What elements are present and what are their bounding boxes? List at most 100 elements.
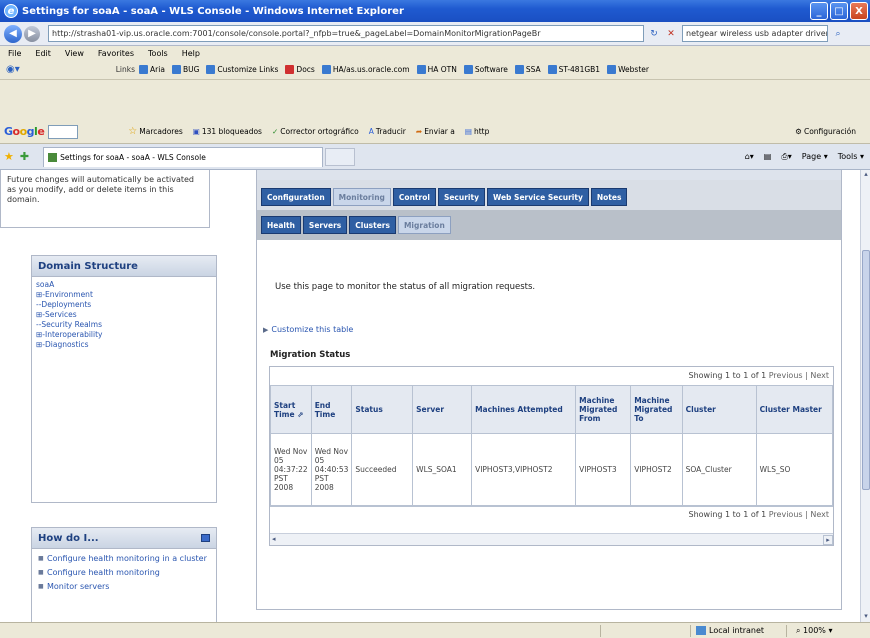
messenger-icon[interactable]: ◉▾	[6, 64, 20, 75]
howto-link-cluster-health[interactable]: Configure health monitoring in a cluster	[38, 553, 210, 564]
menu-favorites[interactable]: Favorites	[98, 49, 134, 58]
subtab-migration[interactable]: Migration	[397, 216, 451, 234]
table-horizontal-scrollbar[interactable]: ◂ ▸	[270, 533, 833, 545]
col-cluster[interactable]: Cluster	[681, 385, 757, 434]
page-icon	[416, 65, 426, 74]
feeds-icon[interactable]: ▤	[764, 152, 772, 161]
menu-file[interactable]: File	[8, 49, 21, 58]
col-machines-attempted[interactable]: Machines Attempted	[471, 385, 577, 434]
tab-web-service-security[interactable]: Web Service Security	[486, 188, 589, 206]
subtab-health[interactable]: Health	[261, 216, 301, 234]
link-ha-otn[interactable]: HA OTN	[416, 65, 457, 74]
tab-notes[interactable]: Notes	[590, 188, 628, 206]
close-button[interactable]: X	[850, 2, 868, 20]
page-menu[interactable]: Page ▾	[802, 152, 828, 161]
next-link[interactable]: Next	[810, 371, 829, 380]
col-status[interactable]: Status	[351, 385, 414, 434]
new-tab-button[interactable]	[325, 147, 356, 166]
scroll-left-icon[interactable]: ◂	[272, 535, 276, 543]
tree-root-soaa[interactable]: soaA	[36, 280, 212, 290]
tree-item-environment[interactable]: ⊞-Environment	[36, 290, 212, 300]
popup-icon: ▣	[192, 127, 200, 136]
migration-status-table: Start Time ⇗ End Time Status Server Mach…	[270, 385, 833, 506]
link-bug[interactable]: BUG	[171, 65, 199, 74]
google-bookmarks[interactable]: ☆ Marcadores	[128, 126, 182, 137]
howto-link-monitor-servers[interactable]: Monitor servers	[38, 581, 210, 592]
google-send[interactable]: ➦ Enviar a	[416, 127, 455, 136]
previous-link[interactable]: Previous	[769, 371, 803, 380]
search-input[interactable]: netgear wireless usb adapter driver	[682, 25, 828, 42]
refresh-icon[interactable]: ↻	[647, 27, 661, 41]
tab-security[interactable]: Security	[437, 188, 485, 206]
ie-logo-icon: e	[4, 4, 18, 18]
link-st[interactable]: ST-481GB1	[547, 65, 600, 74]
menu-tools[interactable]: Tools	[148, 49, 168, 58]
link-customize[interactable]: Customize Links	[206, 65, 278, 74]
tree-item-deployments[interactable]: --Deployments	[36, 300, 212, 310]
subtab-clusters[interactable]: Clusters	[349, 216, 396, 234]
col-end-time[interactable]: End Time	[310, 385, 353, 434]
link-aria[interactable]: Aria	[139, 65, 165, 74]
link-software[interactable]: Software	[463, 65, 508, 74]
link-ssa[interactable]: SSA	[514, 65, 541, 74]
tree-item-diagnostics[interactable]: ⊞-Diagnostics	[36, 340, 212, 350]
google-settings[interactable]: ⚙ Configuración	[795, 127, 856, 136]
browser-tab-active[interactable]: Settings for soaA - soaA - WLS Console	[43, 146, 324, 167]
scroll-right-icon[interactable]: ▸	[823, 535, 833, 545]
col-start-time[interactable]: Start Time ⇗	[270, 385, 312, 434]
domain-structure-title: Domain Structure	[32, 256, 216, 277]
stop-icon[interactable]: ✕	[664, 27, 678, 41]
col-cluster-master[interactable]: Cluster Master	[755, 385, 833, 434]
customize-table-link[interactable]: ▶ Customize this table	[263, 325, 353, 334]
link-docs[interactable]: Docs	[285, 65, 315, 74]
back-button[interactable]: ◀	[4, 24, 22, 43]
google-http[interactable]: ▤ http	[465, 127, 490, 136]
scroll-down-icon[interactable]: ▾	[861, 612, 870, 622]
page-icon	[463, 65, 473, 74]
scroll-up-icon[interactable]: ▴	[861, 170, 870, 180]
how-do-i-header: How do I...	[32, 528, 216, 549]
google-search-input[interactable]	[48, 124, 79, 139]
print-icon[interactable]: ⎙▾	[781, 152, 791, 162]
menu-edit[interactable]: Edit	[35, 49, 51, 58]
col-machine-migrated-from[interactable]: Machine Migrated From	[575, 385, 632, 434]
menu-help[interactable]: Help	[182, 49, 200, 58]
tree-item-services[interactable]: ⊞-Services	[36, 310, 212, 320]
home-icon[interactable]: ⌂▾	[745, 152, 754, 161]
cell-start-time: Wed Nov 05 04:37:22 PST 2008	[270, 433, 312, 506]
status-separator	[786, 625, 787, 637]
search-icon[interactable]: ⌕	[831, 27, 845, 41]
maximize-button[interactable]: □	[830, 2, 848, 20]
google-spellcheck[interactable]: ✓ Corrector ortográfico	[272, 127, 359, 136]
menu-view[interactable]: View	[65, 49, 84, 58]
previous-link-bottom[interactable]: Previous	[769, 510, 803, 519]
add-favorite-icon[interactable]: ✚	[20, 150, 29, 163]
scrollbar-thumb[interactable]	[862, 250, 870, 490]
link-ha[interactable]: HA/as.us.oracle.com	[321, 65, 410, 74]
link-webster[interactable]: Webster	[607, 65, 649, 74]
zoom-level[interactable]: ⌕ 100% ▾	[796, 626, 832, 636]
col-server[interactable]: Server	[412, 385, 473, 434]
tree-item-security-realms[interactable]: --Security Realms	[36, 320, 212, 330]
tools-menu[interactable]: Tools ▾	[838, 152, 864, 161]
favorites-star-icon[interactable]: ★	[4, 150, 14, 163]
address-input[interactable]: http://strasha01-vip.us.oracle.com:7001/…	[48, 25, 644, 42]
minimize-panel-icon[interactable]	[201, 534, 210, 542]
subtab-servers[interactable]: Servers	[302, 216, 348, 234]
next-link-bottom[interactable]: Next	[810, 510, 829, 519]
migration-table-container: Showing 1 to 1 of 1 Previous | Next Star…	[269, 366, 834, 546]
status-bar: Local intranet ⌕ 100% ▾	[0, 622, 870, 638]
domain-structure-panel: Domain Structure soaA ⊞-Environment --De…	[31, 255, 217, 503]
google-blocked[interactable]: ▣ 131 bloqueados	[193, 127, 262, 136]
forward-button[interactable]: ▶	[24, 25, 40, 42]
tab-monitoring[interactable]: Monitoring	[332, 188, 391, 206]
minimize-button[interactable]: _	[810, 2, 828, 20]
tab-control[interactable]: Control	[392, 188, 436, 206]
google-translate[interactable]: A Traducir	[369, 127, 406, 136]
howto-link-health[interactable]: Configure health monitoring	[38, 567, 210, 578]
col-machine-migrated-to[interactable]: Machine Migrated To	[630, 385, 683, 434]
tree-item-interoperability[interactable]: ⊞-Interoperability	[36, 330, 212, 340]
browser-tab-row: ★ ✚ Settings for soaA - soaA - WLS Conso…	[0, 144, 870, 170]
page-vertical-scrollbar[interactable]: ▴ ▾	[860, 170, 870, 622]
tab-configuration[interactable]: Configuration	[261, 188, 331, 206]
